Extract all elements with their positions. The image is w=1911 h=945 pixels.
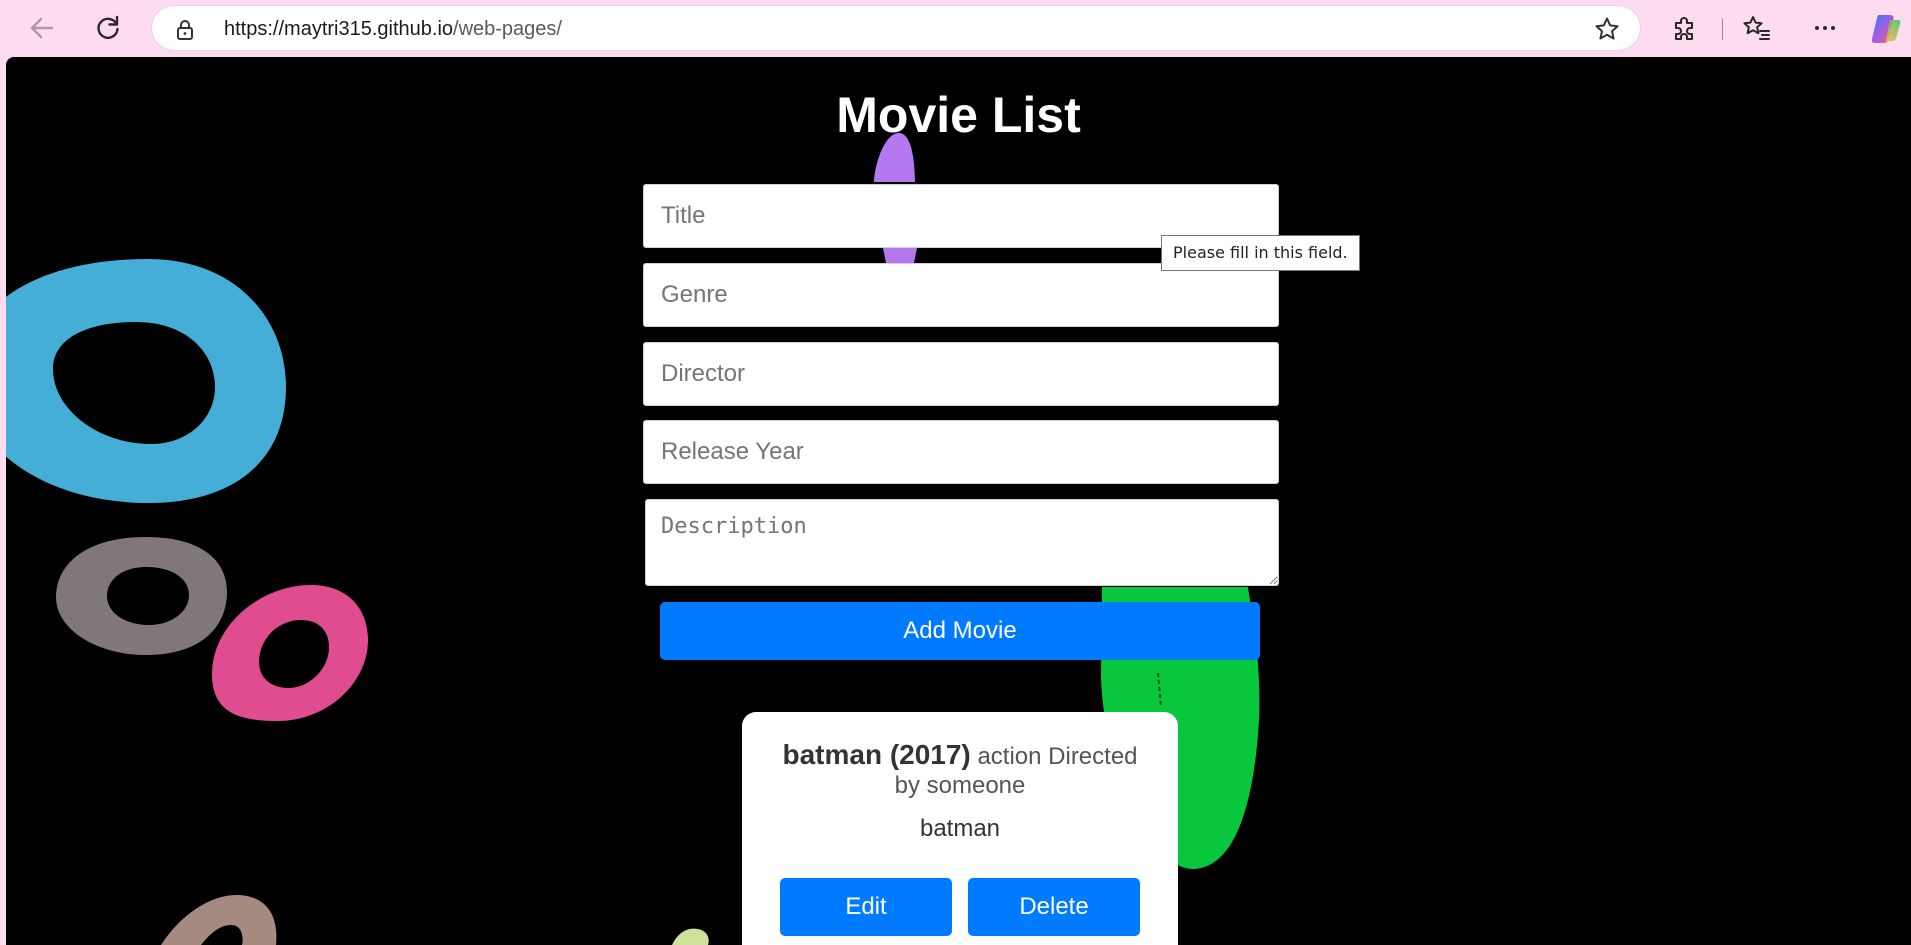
arrow-left-icon	[30, 17, 54, 39]
copilot-icon	[1871, 15, 1901, 43]
release-year-input[interactable]	[643, 420, 1279, 484]
lock-icon[interactable]	[176, 19, 194, 41]
page-viewport: Movie List Add Movie Please fill in this…	[6, 57, 1911, 945]
edit-button[interactable]: Edit	[780, 878, 952, 936]
extensions-button[interactable]	[1664, 8, 1704, 48]
gray-ring-shape	[56, 537, 227, 655]
delete-button[interactable]: Delete	[968, 878, 1140, 936]
url-text[interactable]: https://maytri315.github.io/web-pages/	[224, 18, 562, 41]
back-button[interactable]	[22, 8, 62, 48]
star-icon[interactable]	[1594, 16, 1620, 42]
movie-heading: batman (2017) action Directed by someone	[772, 740, 1148, 800]
blue-ring-shape	[6, 259, 286, 503]
tan-ring-shape	[161, 895, 277, 945]
genre-input[interactable]	[643, 263, 1279, 327]
description-textarea[interactable]	[645, 499, 1279, 586]
page-title: Movie List	[836, 87, 1081, 143]
lime-blob-shape	[672, 928, 709, 945]
validation-tooltip: Please fill in this field.	[1161, 235, 1360, 271]
movie-description: batman	[919, 815, 1001, 842]
address-bar[interactable]: https://maytri315.github.io/web-pages/	[151, 5, 1641, 51]
add-movie-button[interactable]: Add Movie	[660, 602, 1260, 660]
director-input[interactable]	[643, 342, 1279, 406]
more-icon	[1815, 26, 1835, 30]
favorites-button[interactable]	[1737, 8, 1777, 48]
browser-toolbar: https://maytri315.github.io/web-pages/	[0, 0, 1911, 57]
settings-menu-button[interactable]	[1805, 8, 1845, 48]
star-list-icon	[1743, 16, 1770, 40]
copilot-button[interactable]	[1866, 8, 1906, 48]
reload-icon	[97, 15, 119, 39]
reload-button[interactable]	[88, 8, 128, 48]
puzzle-icon	[1674, 17, 1694, 41]
toolbar-separator	[1722, 18, 1723, 40]
movie-title-year: batman (2017)	[782, 739, 971, 770]
pink-ring-shape	[212, 585, 368, 721]
